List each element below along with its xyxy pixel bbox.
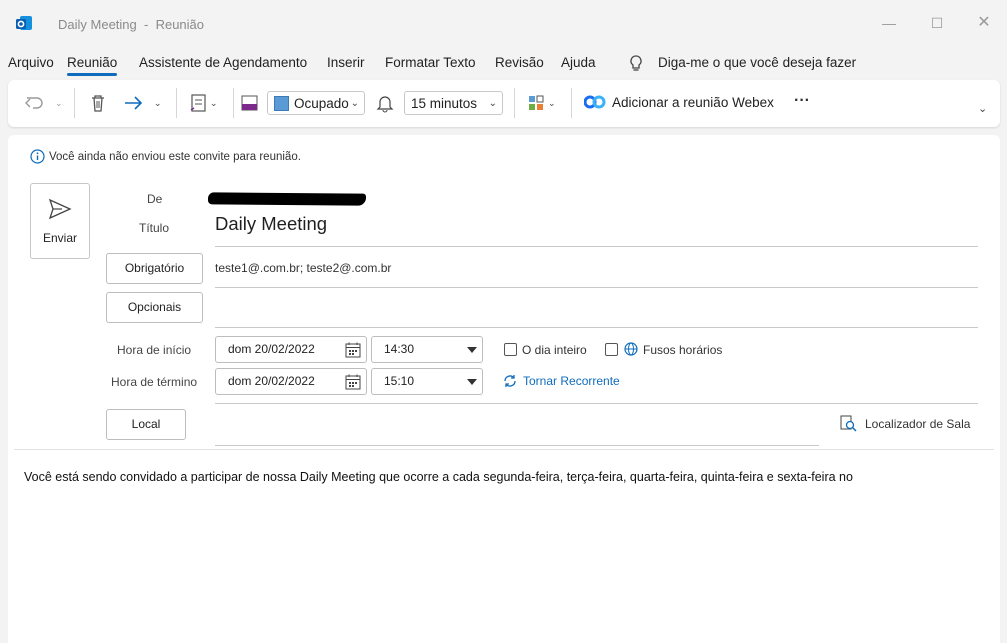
end-date-picker[interactable]: dom 20/02/2022 — [215, 368, 367, 395]
reminder-bell-button[interactable] — [374, 91, 396, 115]
title-label: Título — [139, 221, 170, 235]
more-options-icon[interactable]: ··· — [794, 91, 818, 115]
close-icon: ✕ — [977, 14, 991, 31]
make-recurring-button[interactable]: Tornar Recorrente — [502, 374, 620, 388]
start-date-picker[interactable]: dom 20/02/2022 — [215, 336, 367, 363]
undo-button[interactable] — [23, 91, 47, 115]
undo-dropdown-chevron-icon[interactable]: ⌄ — [55, 91, 67, 115]
send-label: Enviar — [42, 231, 77, 245]
optional-attendees-button[interactable]: Opcionais — [106, 292, 203, 323]
from-redacted — [207, 192, 367, 206]
info-bar: Você ainda não enviou este convite para … — [30, 149, 301, 164]
maximize-button[interactable]: ☐ — [926, 12, 948, 34]
apps-button[interactable] — [526, 91, 548, 115]
show-as-value: Ocupado — [294, 96, 349, 111]
globe-icon — [624, 342, 638, 361]
menu-bar: Arquivo Reunião Assistente de Agendament… — [0, 52, 1007, 76]
categorize-button[interactable] — [240, 91, 260, 115]
tell-me-search[interactable]: Diga-me o que você deseja fazer — [658, 55, 856, 70]
webex-label: Adicionar a reunião Webex — [612, 95, 774, 110]
minimize-icon: — — [882, 15, 896, 31]
end-time-label: Hora de término — [111, 375, 198, 389]
send-button[interactable]: Enviar — [30, 183, 90, 259]
meeting-form: Você ainda não enviou este convite para … — [8, 135, 1000, 643]
lightbulb-icon — [628, 54, 644, 74]
reminder-value: 15 minutos — [411, 96, 478, 111]
maximize-icon: ☐ — [930, 15, 944, 31]
notes-dropdown-chevron-icon[interactable]: ⌄ — [210, 91, 222, 115]
make-recurring-label: Tornar Recorrente — [523, 374, 620, 388]
webex-icon — [583, 95, 606, 109]
show-as-dropdown[interactable]: Ocupado ⌄ — [267, 91, 365, 115]
menu-arquivo[interactable]: Arquivo — [8, 55, 54, 70]
calendar-icon — [345, 342, 361, 358]
menu-inserir[interactable]: Inserir — [327, 55, 365, 70]
start-time-value: 14:30 — [384, 342, 415, 356]
delete-button[interactable] — [87, 91, 109, 115]
window-title: Daily Meeting - Reunião — [58, 17, 204, 32]
room-finder-button[interactable]: Localizador de Sala — [840, 415, 970, 432]
title-input[interactable]: Daily Meeting — [215, 213, 327, 235]
end-date-value: dom 20/02/2022 — [228, 374, 315, 388]
title-bar: Daily Meeting - Reunião — ☐ ✕ — [0, 0, 1007, 48]
chevron-down-icon: ⌄ — [350, 98, 359, 109]
window-title-separator: - — [144, 17, 149, 32]
info-icon — [30, 149, 45, 164]
all-day-checkbox[interactable] — [504, 343, 517, 356]
end-time-value: 15:10 — [384, 374, 415, 388]
menu-ajuda[interactable]: Ajuda — [561, 55, 596, 70]
info-text: Você ainda não enviou este convite para … — [49, 150, 301, 163]
calendar-icon — [345, 374, 361, 390]
caret-down-icon — [467, 347, 477, 353]
forward-button[interactable] — [121, 91, 147, 115]
recurrence-icon — [504, 375, 516, 387]
time-zones-label: Fusos horários — [643, 343, 723, 357]
menu-revisao[interactable]: Revisão — [495, 55, 544, 70]
required-attendees-button[interactable]: Obrigatório — [106, 253, 203, 284]
busy-status-swatch-icon — [274, 96, 289, 111]
ribbon-toolbar: ⌄ ⌄ ⌄ Ocupado ⌄ 15 minutos ⌄ ⌄ Adicionar… — [8, 80, 1000, 127]
menu-assistente-agendamento[interactable]: Assistente de Agendamento — [139, 55, 307, 70]
outlook-icon — [15, 15, 33, 33]
close-button[interactable]: ✕ — [973, 12, 995, 34]
forward-dropdown-chevron-icon[interactable]: ⌄ — [154, 91, 166, 115]
minimize-button[interactable]: — — [878, 12, 900, 34]
send-icon — [48, 198, 72, 220]
required-attendees-input[interactable]: teste1@.com.br; teste2@.com.br — [215, 261, 391, 275]
forward-arrow-icon — [125, 96, 143, 110]
webex-button[interactable]: Adicionar a reunião Webex — [583, 91, 784, 115]
menu-reuniao[interactable]: Reunião — [67, 55, 118, 76]
apps-dropdown-chevron-icon[interactable]: ⌄ — [548, 91, 560, 115]
trash-icon — [92, 95, 104, 112]
undo-icon — [25, 97, 43, 109]
ribbon-expand-chevron-icon[interactable]: ⌄ — [978, 102, 992, 126]
location-button[interactable]: Local — [106, 409, 186, 440]
start-time-label: Hora de início — [117, 343, 192, 357]
menu-formatar-texto[interactable]: Formatar Texto — [385, 55, 476, 70]
from-label: De — [147, 192, 163, 206]
room-finder-label: Localizador de Sala — [865, 416, 971, 431]
end-time-dropdown[interactable]: 15:10 — [371, 368, 483, 395]
window-title-text: Daily Meeting — [58, 17, 137, 32]
reminder-dropdown[interactable]: 15 minutos ⌄ — [404, 91, 503, 115]
show-as-color-icon — [241, 95, 258, 111]
apps-grid-icon — [529, 95, 544, 110]
start-date-value: dom 20/02/2022 — [228, 342, 315, 356]
chevron-down-icon: ⌄ — [488, 98, 497, 109]
message-body[interactable]: Você está sendo convidado a participar d… — [24, 470, 853, 484]
start-time-dropdown[interactable]: 14:30 — [371, 336, 483, 363]
time-zones-checkbox[interactable] — [605, 343, 618, 356]
window-subtitle: Reunião — [155, 17, 205, 32]
all-day-label: O dia inteiro — [522, 343, 587, 357]
caret-down-icon — [467, 379, 477, 385]
bell-icon — [376, 96, 394, 113]
room-finder-icon — [840, 415, 857, 432]
